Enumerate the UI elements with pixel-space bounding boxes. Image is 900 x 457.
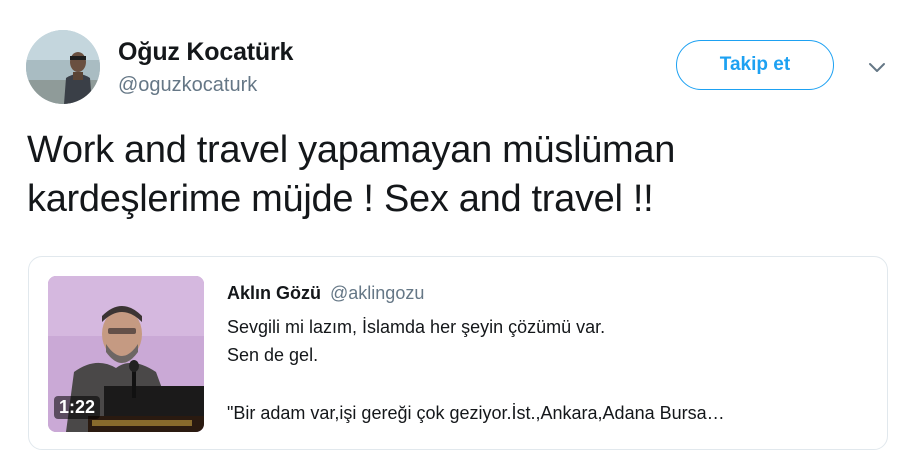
chevron-down-icon[interactable] xyxy=(866,58,888,76)
quoted-tweet-card[interactable]: 1:22 Aklın Gözü @aklingozu Sevgili mi la… xyxy=(28,256,888,450)
author-handle[interactable]: @oguzkocaturk xyxy=(118,74,257,97)
tweet-text-line: kardeşlerime müjde ! Sex and travel !! xyxy=(27,178,654,220)
tweet-text-line: Work and travel yapamayan müslüman xyxy=(27,129,676,171)
avatar-photo xyxy=(26,30,100,104)
video-duration: 1:22 xyxy=(54,396,101,419)
quoted-tweet-text-line: Sen de gel. xyxy=(227,345,319,365)
follow-button[interactable]: Takip et xyxy=(676,40,834,90)
quoted-display-name: Aklın Gözü xyxy=(227,283,321,303)
quoted-tweet-text-line: Sevgili mi lazım, İslamda her şeyin çözü… xyxy=(227,317,606,337)
quoted-tweet-author: Aklın Gözü @aklingozu xyxy=(227,283,424,304)
tweet-text: Work and travel yapamayan müslüman karde… xyxy=(27,126,877,224)
quoted-handle: @aklingozu xyxy=(330,283,425,303)
quoted-tweet-text-line: "Bir adam var,işi gereği çok geziyor.İst… xyxy=(227,403,725,423)
avatar[interactable] xyxy=(26,30,100,104)
video-thumbnail[interactable]: 1:22 xyxy=(48,276,204,432)
tweet: Oğuz Kocatürk @oguzkocaturk Takip et Wor… xyxy=(0,0,900,457)
author-display-name[interactable]: Oğuz Kocatürk xyxy=(118,38,293,67)
